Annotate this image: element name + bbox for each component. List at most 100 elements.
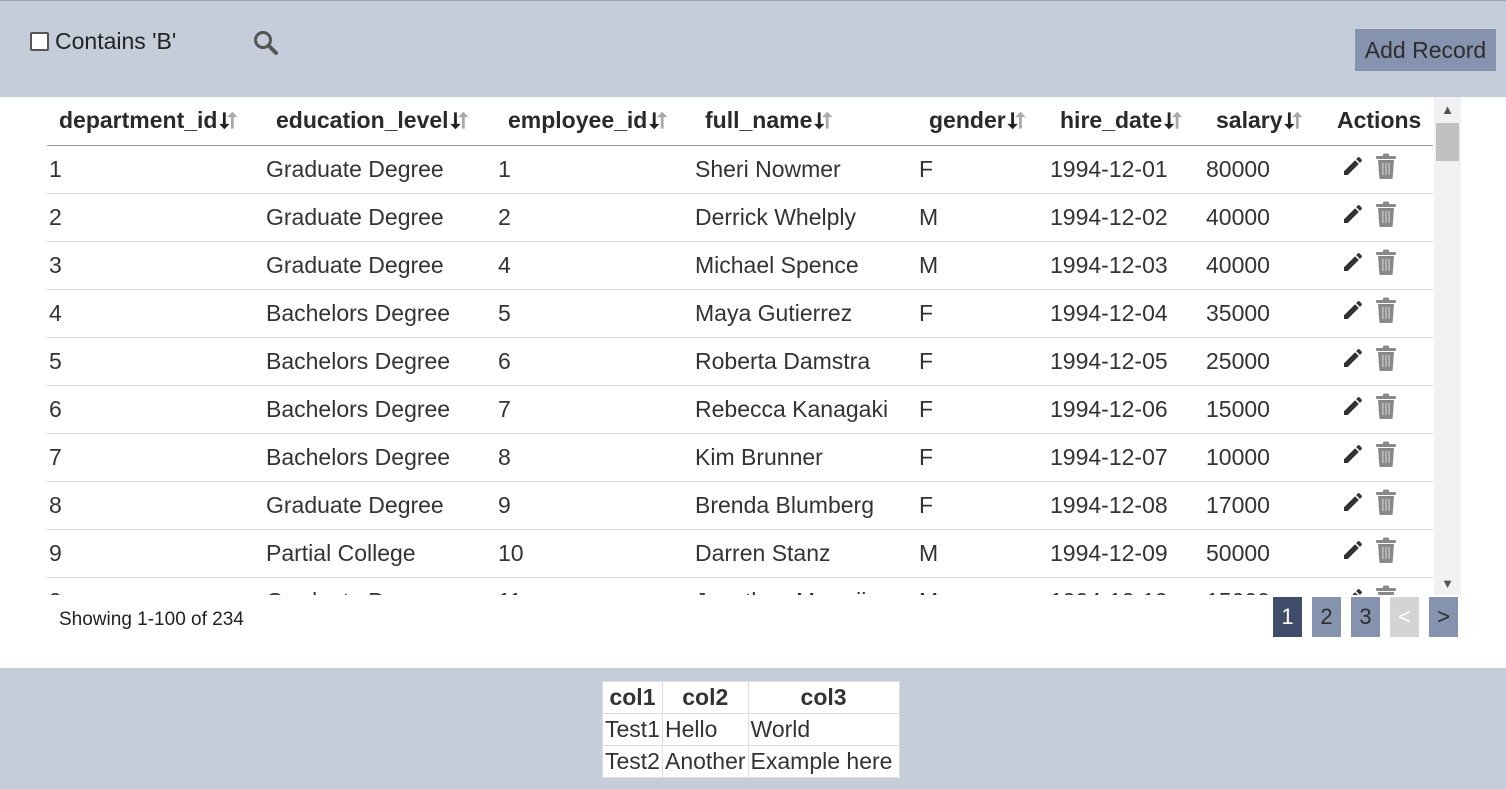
table-row: 2 Graduate Degree 2 Derrick Whelply M 1994-12… xyxy=(47,193,1433,242)
table-cell: 8 xyxy=(496,433,693,482)
sample-cell: World xyxy=(747,713,900,746)
edit-pencil-icon[interactable] xyxy=(1341,202,1365,232)
scrollbar-thumb[interactable] xyxy=(1436,123,1459,161)
pagination-summary: Showing 1-100 of 234 xyxy=(59,609,244,630)
sort-icon[interactable]: ⭣ ⭡ xyxy=(219,108,237,134)
sample-cell: Test2 xyxy=(602,745,663,778)
sort-icon[interactable]: ⭣ ⭡ xyxy=(1285,108,1303,134)
contains-b-filter[interactable]: Contains 'B' xyxy=(30,28,176,55)
col-header-employee-id[interactable]: employee_id ⭣ ⭡ xyxy=(496,97,693,146)
table-cell: 50000 xyxy=(1204,529,1333,578)
edit-pencil-icon[interactable] xyxy=(1341,490,1365,520)
sample-cell: Test1 xyxy=(602,713,663,746)
sort-icon[interactable]: ⭣ ⭡ xyxy=(1008,108,1026,134)
table-cell: Graduate Degree xyxy=(264,577,496,595)
edit-pencil-icon[interactable] xyxy=(1341,538,1365,568)
table-cell: Jonathan Murraiin xyxy=(693,577,917,595)
table-cell: Bachelors Degree xyxy=(264,433,496,482)
edit-pencil-icon[interactable] xyxy=(1341,154,1365,184)
edit-pencil-icon[interactable] xyxy=(1341,394,1365,424)
sort-icon[interactable]: ⭣ ⭡ xyxy=(1164,108,1182,134)
sort-icon[interactable]: ⭣ ⭡ xyxy=(814,108,832,134)
row-actions xyxy=(1333,481,1433,530)
col-header-gender[interactable]: gender ⭣ ⭡ xyxy=(917,97,1048,146)
edit-pencil-icon[interactable] xyxy=(1341,346,1365,376)
scroll-down-icon[interactable]: ▼ xyxy=(1434,573,1461,593)
delete-trash-icon[interactable] xyxy=(1375,537,1397,569)
table-cell: M xyxy=(917,193,1048,242)
col-header-hire-date[interactable]: hire_date ⭣ ⭡ xyxy=(1048,97,1204,146)
sample-header-col3: col3 xyxy=(747,681,900,714)
table-cell: 15000 xyxy=(1204,385,1333,434)
table-cell: F xyxy=(917,145,1048,194)
sort-icon[interactable]: ⭣ ⭡ xyxy=(451,108,469,134)
prev-page-button[interactable]: < xyxy=(1390,597,1419,637)
col-header-education-level[interactable]: education_level ⭣ ⭡ xyxy=(264,97,496,146)
col-header-department-id[interactable]: department_id ⭣ ⭡ xyxy=(47,97,264,146)
sample-cell: Hello xyxy=(661,713,749,746)
sample-cell: Another xyxy=(661,745,749,778)
table-cell: 2 xyxy=(496,193,693,242)
next-page-button[interactable]: > xyxy=(1429,597,1458,637)
edit-pencil-icon[interactable] xyxy=(1341,250,1365,280)
table-cell: M xyxy=(917,529,1048,578)
contains-b-checkbox[interactable] xyxy=(30,32,49,51)
table-cell: Bachelors Degree xyxy=(264,337,496,386)
delete-trash-icon[interactable] xyxy=(1375,201,1397,233)
table-cell: 1994-12-04 xyxy=(1048,289,1204,338)
row-actions xyxy=(1333,241,1433,290)
pagination: 1 2 3 < > xyxy=(1273,597,1458,637)
table-cell: 1994-12-03 xyxy=(1048,241,1204,290)
table-cell: 8 xyxy=(47,481,264,530)
table-cell: 1994-12-08 xyxy=(1048,481,1204,530)
vertical-scrollbar[interactable]: ▲ ▼ xyxy=(1434,97,1461,595)
table-scroll-area[interactable]: department_id ⭣ ⭡ education_level ⭣ ⭡ employ… xyxy=(47,97,1433,595)
delete-trash-icon[interactable] xyxy=(1375,249,1397,281)
page-button-2[interactable]: 2 xyxy=(1312,597,1341,637)
delete-trash-icon[interactable] xyxy=(1375,153,1397,185)
table-row: 5 Bachelors Degree 6 Roberta Damstra F 1994-1… xyxy=(47,337,1433,386)
sort-icon[interactable]: ⭣ ⭡ xyxy=(649,108,667,134)
table-row: 7 Bachelors Degree 8 Kim Brunner F 1994-12-07… xyxy=(47,433,1433,482)
table-row: 4 Bachelors Degree 5 Maya Gutierrez F 1994-12… xyxy=(47,289,1433,338)
sample-header-col1: col1 xyxy=(602,681,663,714)
table-cell: Rebecca Kanagaki xyxy=(693,385,917,434)
col-header-salary[interactable]: salary ⭣ ⭡ xyxy=(1204,97,1333,146)
table-cell: 10 xyxy=(496,529,693,578)
delete-trash-icon[interactable] xyxy=(1375,297,1397,329)
search-icon[interactable] xyxy=(252,29,280,57)
page-button-3[interactable]: 3 xyxy=(1351,597,1380,637)
table-cell: 9 xyxy=(47,577,264,595)
table-row: 9Graduate Degree11Jonathan MurraiinM1994… xyxy=(47,577,1433,595)
table-cell: 80000 xyxy=(1204,145,1333,194)
row-actions xyxy=(1333,145,1433,194)
delete-trash-icon[interactable] xyxy=(1375,585,1397,595)
table-cell: 9 xyxy=(496,481,693,530)
table-cell: 4 xyxy=(47,289,264,338)
table-cell: F xyxy=(917,481,1048,530)
page-button-1[interactable]: 1 xyxy=(1273,597,1302,637)
sample-header-col2: col2 xyxy=(661,681,749,714)
edit-pencil-icon[interactable] xyxy=(1341,586,1365,595)
row-actions xyxy=(1333,193,1433,242)
table-header-row: department_id ⭣ ⭡ education_level ⭣ ⭡ employ… xyxy=(47,97,1433,146)
table-cell: Partial College xyxy=(264,529,496,578)
col-header-full-name[interactable]: full_name ⭣ ⭡ xyxy=(693,97,917,146)
table-cell: 4 xyxy=(496,241,693,290)
scroll-up-icon[interactable]: ▲ xyxy=(1434,99,1461,119)
add-record-button[interactable]: Add Record xyxy=(1355,29,1496,71)
delete-trash-icon[interactable] xyxy=(1375,393,1397,425)
employee-table: department_id ⭣ ⭡ education_level ⭣ ⭡ employ… xyxy=(47,97,1433,595)
delete-trash-icon[interactable] xyxy=(1375,441,1397,473)
table-cell: Michael Spence xyxy=(693,241,917,290)
table-cell: 5 xyxy=(47,337,264,386)
table-cell: 5 xyxy=(496,289,693,338)
sample-table-row: Test1 Hello World xyxy=(602,713,900,746)
delete-trash-icon[interactable] xyxy=(1375,345,1397,377)
row-actions xyxy=(1333,385,1433,434)
filter-label: Contains 'B' xyxy=(55,28,177,54)
row-actions xyxy=(1333,433,1433,482)
delete-trash-icon[interactable] xyxy=(1375,489,1397,521)
edit-pencil-icon[interactable] xyxy=(1341,442,1365,472)
edit-pencil-icon[interactable] xyxy=(1341,298,1365,328)
